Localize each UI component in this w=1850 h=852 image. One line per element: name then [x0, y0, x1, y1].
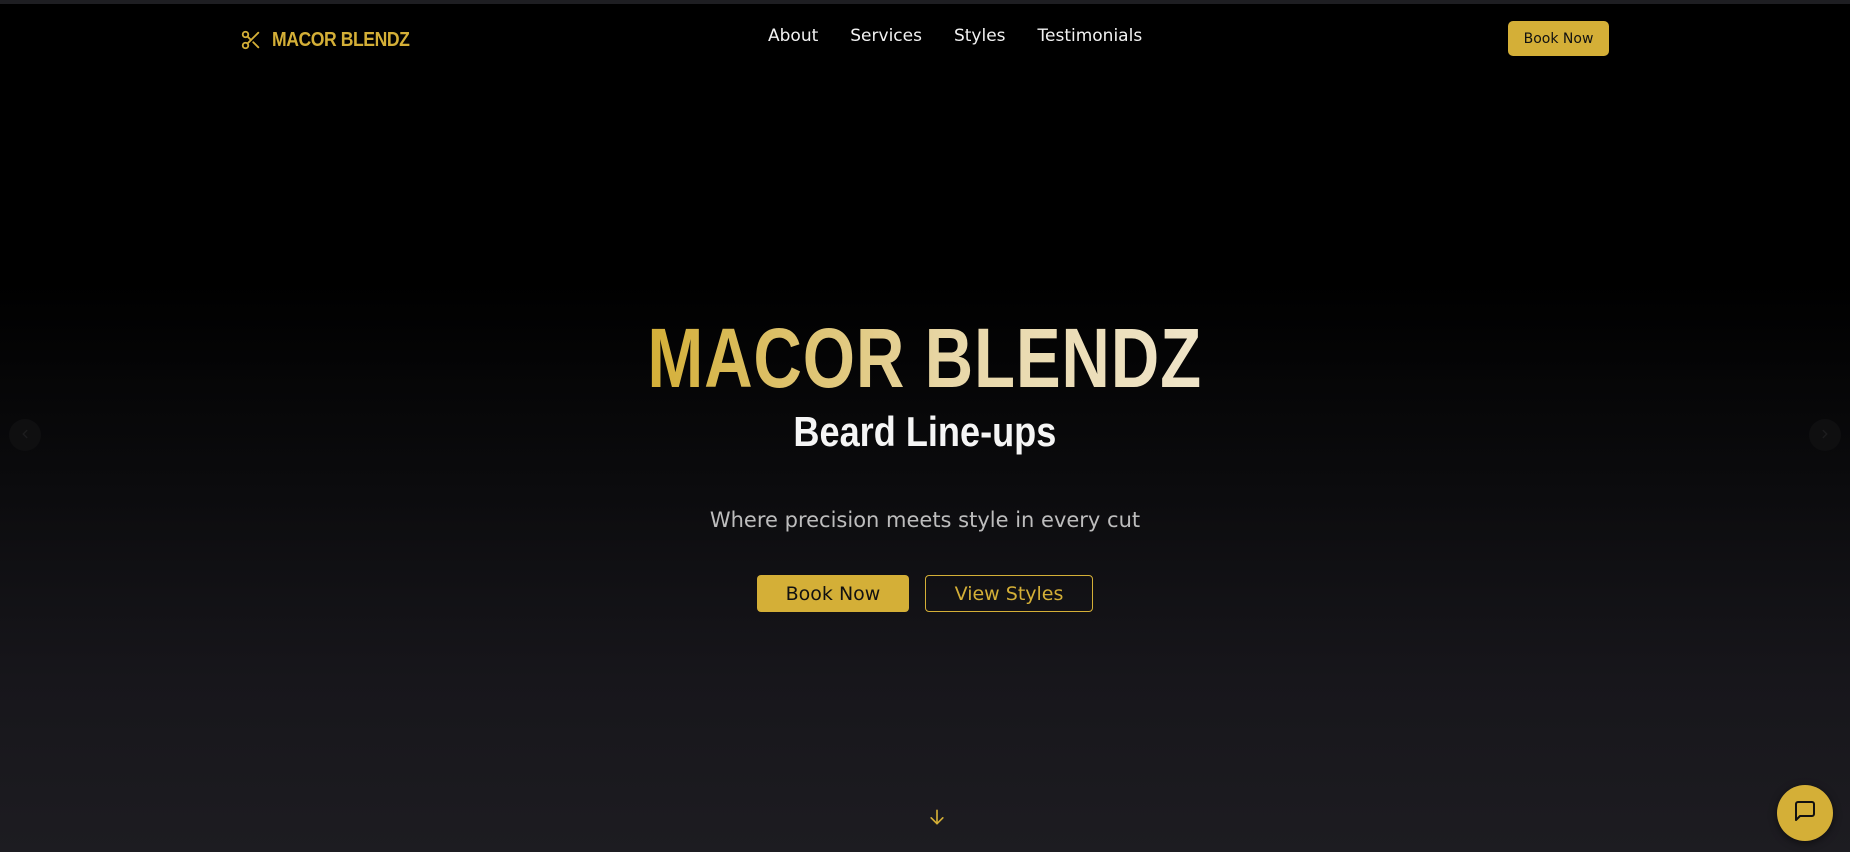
nav-book-now-button[interactable]: Book Now [1508, 21, 1609, 56]
nav-link-services[interactable]: Services [850, 26, 922, 46]
nav-link-styles[interactable]: Styles [954, 26, 1006, 46]
brand-logo[interactable]: MACOR BLENDZ [240, 24, 428, 56]
brand-name: MACOR BLENDZ [272, 28, 410, 51]
chat-button[interactable] [1777, 785, 1833, 841]
hero-book-now-button[interactable]: Book Now [757, 575, 909, 612]
hero-tagline: Where precision meets style in every cut [709, 508, 1141, 532]
chat-bubble-icon [1793, 799, 1817, 827]
nav-link-about[interactable]: About [768, 26, 818, 46]
scroll-down-button[interactable] [926, 807, 948, 831]
hero-buttons: Book Now View Styles [757, 575, 1093, 612]
nav-links: About Services Styles Testimonials [768, 26, 1142, 46]
navbar: MACOR BLENDZ About Services Styles Testi… [0, 4, 1850, 72]
scissors-icon [240, 28, 264, 52]
arrow-down-icon [927, 807, 947, 831]
nav-link-testimonials[interactable]: Testimonials [1038, 26, 1143, 46]
view-styles-button[interactable]: View Styles [925, 575, 1093, 612]
hero-title: MACOR BLENDZ [647, 311, 1203, 405]
hero-subtitle: Beard Line-ups [793, 408, 1057, 455]
